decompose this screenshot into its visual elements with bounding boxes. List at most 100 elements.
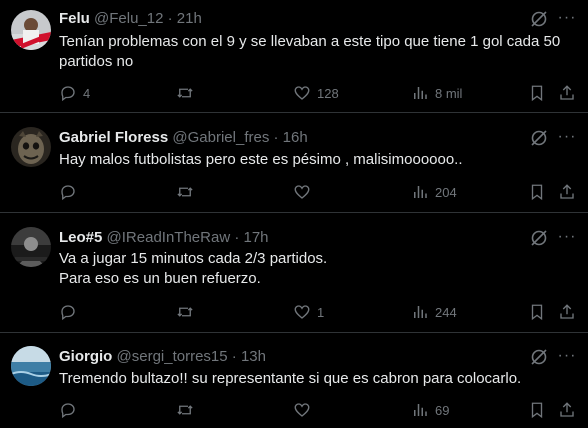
reply-text-line: Tremendo bultazo!! su representante si q… — [59, 370, 522, 387]
views-icon — [414, 87, 427, 99]
views-count: 8 mil — [435, 85, 463, 101]
repost-button[interactable] — [176, 400, 200, 420]
reply-header: Felu @Felu_12 · 21h — [59, 10, 202, 28]
views-count: 69 — [435, 402, 450, 418]
reply-tweet[interactable]: Leo#5 @IReadInTheRaw · 17h ··· Va a juga… — [0, 213, 588, 333]
repost-icon — [177, 88, 193, 98]
reply-text-line: Hay malos futbolistas pero este es pésim… — [59, 151, 463, 168]
grok-icon[interactable] — [529, 228, 549, 248]
more-options-icon[interactable]: ··· — [556, 346, 578, 366]
like-button[interactable] — [293, 400, 317, 420]
avatar[interactable] — [11, 346, 51, 386]
views-icon — [414, 306, 427, 318]
like-button[interactable]: 128 — [293, 83, 339, 103]
bookmark-button[interactable] — [528, 182, 546, 202]
separator: · — [269, 129, 283, 146]
reply-button[interactable] — [59, 400, 83, 420]
reply-button[interactable]: 4 — [59, 83, 90, 103]
display-name[interactable]: Gabriel Floress — [59, 129, 168, 146]
reply-button[interactable] — [59, 302, 83, 322]
separator: · — [230, 229, 244, 246]
views-button[interactable]: 69 — [411, 400, 449, 420]
more-options-icon[interactable]: ··· — [556, 127, 578, 147]
reply-text: Va a jugar 15 minutos cada 2/3 partidos.… — [59, 249, 579, 289]
share-icon — [560, 184, 574, 199]
views-count: 204 — [435, 184, 457, 200]
reply-text-line: Va a jugar 15 minutos cada 2/3 partidos. — [59, 250, 328, 267]
separator: · — [227, 348, 241, 365]
bookmark-icon — [531, 85, 543, 102]
repost-icon — [177, 307, 193, 317]
views-count: 244 — [435, 304, 457, 320]
user-handle[interactable]: @sergi_torres15 — [117, 348, 228, 365]
reply-text-line: Para eso es un buen refuerzo. — [59, 270, 261, 287]
display-name[interactable]: Leo#5 — [59, 229, 102, 246]
reply-text: Tremendo bultazo!! su representante si q… — [59, 369, 579, 389]
heart-icon — [294, 305, 310, 319]
share-button[interactable] — [558, 400, 576, 420]
reply-header: Leo#5 @IReadInTheRaw · 17h — [59, 229, 269, 247]
display-name[interactable]: Giorgio — [59, 348, 112, 365]
like-count: 128 — [317, 85, 339, 101]
timestamp[interactable]: 16h — [283, 129, 308, 146]
reply-header: Gabriel Floress @Gabriel_fres · 16h — [59, 129, 308, 147]
reply-tweet[interactable]: Gabriel Floress @Gabriel_fres · 16h ··· … — [0, 113, 588, 213]
views-button[interactable]: 244 — [411, 302, 457, 322]
reply-text-line: partidos no — [59, 53, 134, 70]
reply-count: 4 — [83, 85, 91, 101]
heart-icon — [294, 403, 310, 417]
like-button[interactable]: 1 — [293, 302, 324, 322]
reply-icon — [61, 305, 75, 321]
grok-icon[interactable] — [529, 347, 549, 367]
repost-button[interactable] — [176, 83, 200, 103]
repost-button[interactable] — [176, 302, 200, 322]
avatar[interactable] — [11, 10, 51, 50]
reply-text: Tenían problemas con el 9 y se llevaban … — [59, 32, 579, 72]
more-options-icon[interactable]: ··· — [556, 8, 578, 28]
grok-icon[interactable] — [529, 9, 549, 29]
user-handle[interactable]: @IReadInTheRaw — [107, 229, 231, 246]
display-name[interactable]: Felu — [59, 10, 90, 27]
reply-icon — [61, 403, 75, 419]
repost-icon — [177, 405, 193, 415]
reply-header: Giorgio @sergi_torres15 · 13h — [59, 348, 266, 366]
share-button[interactable] — [558, 83, 576, 103]
bookmark-button[interactable] — [528, 83, 546, 103]
share-icon — [560, 85, 574, 100]
avatar[interactable] — [11, 227, 51, 267]
views-icon — [414, 404, 427, 416]
user-handle[interactable]: @Gabriel_fres — [172, 129, 269, 146]
avatar[interactable] — [11, 127, 51, 167]
bookmark-icon — [531, 402, 543, 419]
bookmark-icon — [531, 184, 543, 201]
timestamp[interactable]: 17h — [244, 229, 269, 246]
reply-icon — [61, 185, 75, 201]
grok-icon[interactable] — [529, 128, 549, 148]
more-options-icon[interactable]: ··· — [556, 227, 578, 247]
share-button[interactable] — [558, 182, 576, 202]
bookmark-button[interactable] — [528, 302, 546, 322]
reply-text-line: Tenían problemas con el 9 y se llevaban … — [59, 33, 561, 50]
repost-icon — [177, 187, 193, 197]
like-button[interactable] — [293, 182, 317, 202]
like-count: 1 — [317, 304, 325, 320]
timestamp[interactable]: 13h — [241, 348, 266, 365]
user-handle[interactable]: @Felu_12 — [94, 10, 163, 27]
bookmark-button[interactable] — [528, 400, 546, 420]
reply-tweet[interactable]: Giorgio @sergi_torres15 · 13h ··· Tremen… — [0, 333, 588, 428]
separator: · — [163, 10, 177, 27]
timestamp[interactable]: 21h — [177, 10, 202, 27]
heart-icon — [294, 86, 310, 100]
share-icon — [560, 402, 574, 417]
bookmark-icon — [531, 304, 543, 321]
heart-icon — [294, 185, 310, 199]
repost-button[interactable] — [176, 182, 200, 202]
reply-button[interactable] — [59, 182, 83, 202]
reply-tweet[interactable]: Felu @Felu_12 · 21h ··· Tenían problemas… — [0, 0, 588, 113]
views-icon — [414, 186, 427, 198]
share-button[interactable] — [558, 302, 576, 322]
share-icon — [560, 304, 574, 319]
views-button[interactable]: 8 mil — [411, 83, 462, 103]
views-button[interactable]: 204 — [411, 182, 457, 202]
reply-text: Hay malos futbolistas pero este es pésim… — [59, 150, 579, 170]
